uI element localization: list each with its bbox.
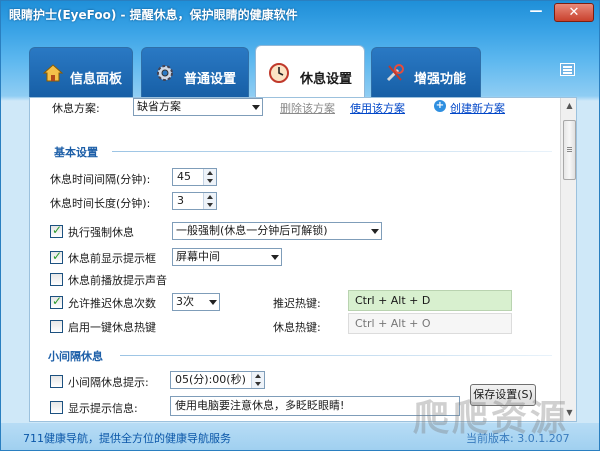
interval-label: 休息时间间隔(分钟): (50, 173, 151, 186)
onekey-rest-label: 启用一键休息热键 (68, 321, 156, 334)
status-link[interactable]: 711健康导航，提供全方位的健康导航服务 (23, 430, 231, 446)
prompt-box-checkbox[interactable] (50, 249, 63, 264)
postpone-label: 允许推迟休息次数 (68, 297, 156, 310)
tab-info-panel[interactable]: 信息面板 (29, 47, 133, 97)
menu-icon[interactable] (560, 63, 575, 76)
postpone-hotkey-label: 推迟热键: (273, 297, 321, 310)
spinner-arrows-icon[interactable] (203, 169, 216, 185)
scheme-select-value: 缺省方案 (137, 100, 181, 113)
mini-reminder-checkbox[interactable] (50, 375, 63, 388)
close-button[interactable]: ✕ (554, 3, 594, 22)
prompt-position-value: 屏幕中间 (176, 250, 220, 263)
chevron-down-icon (252, 105, 260, 110)
scheme-select[interactable]: 缺省方案 (133, 98, 263, 116)
force-rest-label: 执行强制休息 (68, 226, 134, 239)
create-scheme-link[interactable]: 创建新方案 (450, 100, 505, 116)
clock-icon (269, 63, 289, 83)
tab-enhanced-features-label: 增强功能 (414, 72, 467, 87)
interval-spinner[interactable]: 45 (172, 168, 217, 186)
tab-enhanced-features[interactable]: 增强功能 (371, 47, 481, 97)
chevron-down-icon (209, 300, 217, 305)
use-scheme-link[interactable]: 使用该方案 (350, 100, 405, 116)
rest-settings-panel: 休息方案: 缺省方案 删除该方案 使用该方案 + 创建新方案 基本设置 休息时间… (29, 97, 577, 422)
tab-rest-settings[interactable]: 休息设置 (255, 45, 365, 97)
sound-checkbox[interactable] (50, 273, 63, 286)
spinner-arrows-icon[interactable] (203, 193, 216, 209)
plus-icon: + (434, 100, 446, 112)
interval-value: 45 (177, 170, 191, 183)
postpone-count-value: 3次 (176, 295, 194, 308)
chevron-down-icon (371, 229, 379, 234)
show-info-checkbox[interactable] (50, 401, 63, 414)
minimize-button[interactable]: — (524, 3, 548, 22)
mini-reminder-label: 小间隔休息提示: (68, 376, 149, 389)
prompt-box-label: 休息前显示提示框 (68, 252, 156, 265)
tab-general-settings-label: 普通设置 (184, 72, 237, 87)
mini-section-divider (120, 355, 552, 356)
postpone-hotkey-field[interactable]: Ctrl + Alt + D (348, 290, 512, 311)
rest-hotkey-label: 休息热键: (273, 321, 321, 334)
scroll-up-icon[interactable]: ▲ (563, 100, 576, 112)
spinner-arrows-icon[interactable] (251, 372, 264, 388)
show-info-label: 显示提示信息: (68, 402, 138, 415)
tab-info-panel-label: 信息面板 (70, 72, 123, 87)
mini-reminder-value: 05(分):00(秒) (175, 373, 246, 386)
mini-reminder-spinner[interactable]: 05(分):00(秒) (170, 371, 265, 389)
rest-hotkey-field[interactable]: Ctrl + Alt + O (348, 313, 512, 334)
force-mode-select[interactable]: 一般强制(休息一分钟后可解锁) (172, 222, 382, 240)
duration-value: 3 (177, 194, 184, 207)
sound-label: 休息前播放提示声音 (68, 274, 167, 287)
postpone-count-select[interactable]: 3次 (172, 293, 220, 311)
watermark: 爬爬资源 (413, 398, 570, 439)
prompt-position-select[interactable]: 屏幕中间 (172, 248, 282, 266)
window-title: 眼睛护士(EyeFoo) - 提醒休息，保护眼睛的健康软件 (9, 8, 298, 22)
force-mode-value: 一般强制(休息一分钟后可解锁) (176, 224, 328, 237)
mini-section-title: 小间隔休息 (48, 350, 103, 363)
tab-rest-settings-label: 休息设置 (300, 72, 353, 87)
scroll-thumb[interactable] (563, 120, 576, 180)
tools-icon (386, 64, 404, 82)
app-window: 眼睛护士(EyeFoo) - 提醒休息，保护眼睛的健康软件 — ✕ 信息面板 普… (0, 0, 600, 451)
title-bar[interactable]: 眼睛护士(EyeFoo) - 提醒休息，保护眼睛的健康软件 — ✕ (1, 1, 599, 27)
delete-scheme-link[interactable]: 删除该方案 (280, 100, 335, 116)
tab-general-settings[interactable]: 普通设置 (141, 47, 249, 97)
duration-spinner[interactable]: 3 (172, 192, 217, 210)
chevron-down-icon (271, 255, 279, 260)
basic-section-title: 基本设置 (54, 146, 98, 159)
house-icon (42, 64, 64, 82)
postpone-checkbox[interactable] (50, 294, 63, 309)
force-rest-checkbox[interactable] (50, 223, 63, 238)
onekey-rest-checkbox[interactable] (50, 320, 63, 333)
scheme-label: 休息方案: (52, 102, 100, 115)
basic-section-divider (112, 151, 552, 152)
duration-label: 休息时间长度(分钟): (50, 197, 151, 210)
gear-icon (157, 65, 173, 81)
vertical-scrollbar[interactable]: ▲ ▼ (560, 98, 576, 421)
